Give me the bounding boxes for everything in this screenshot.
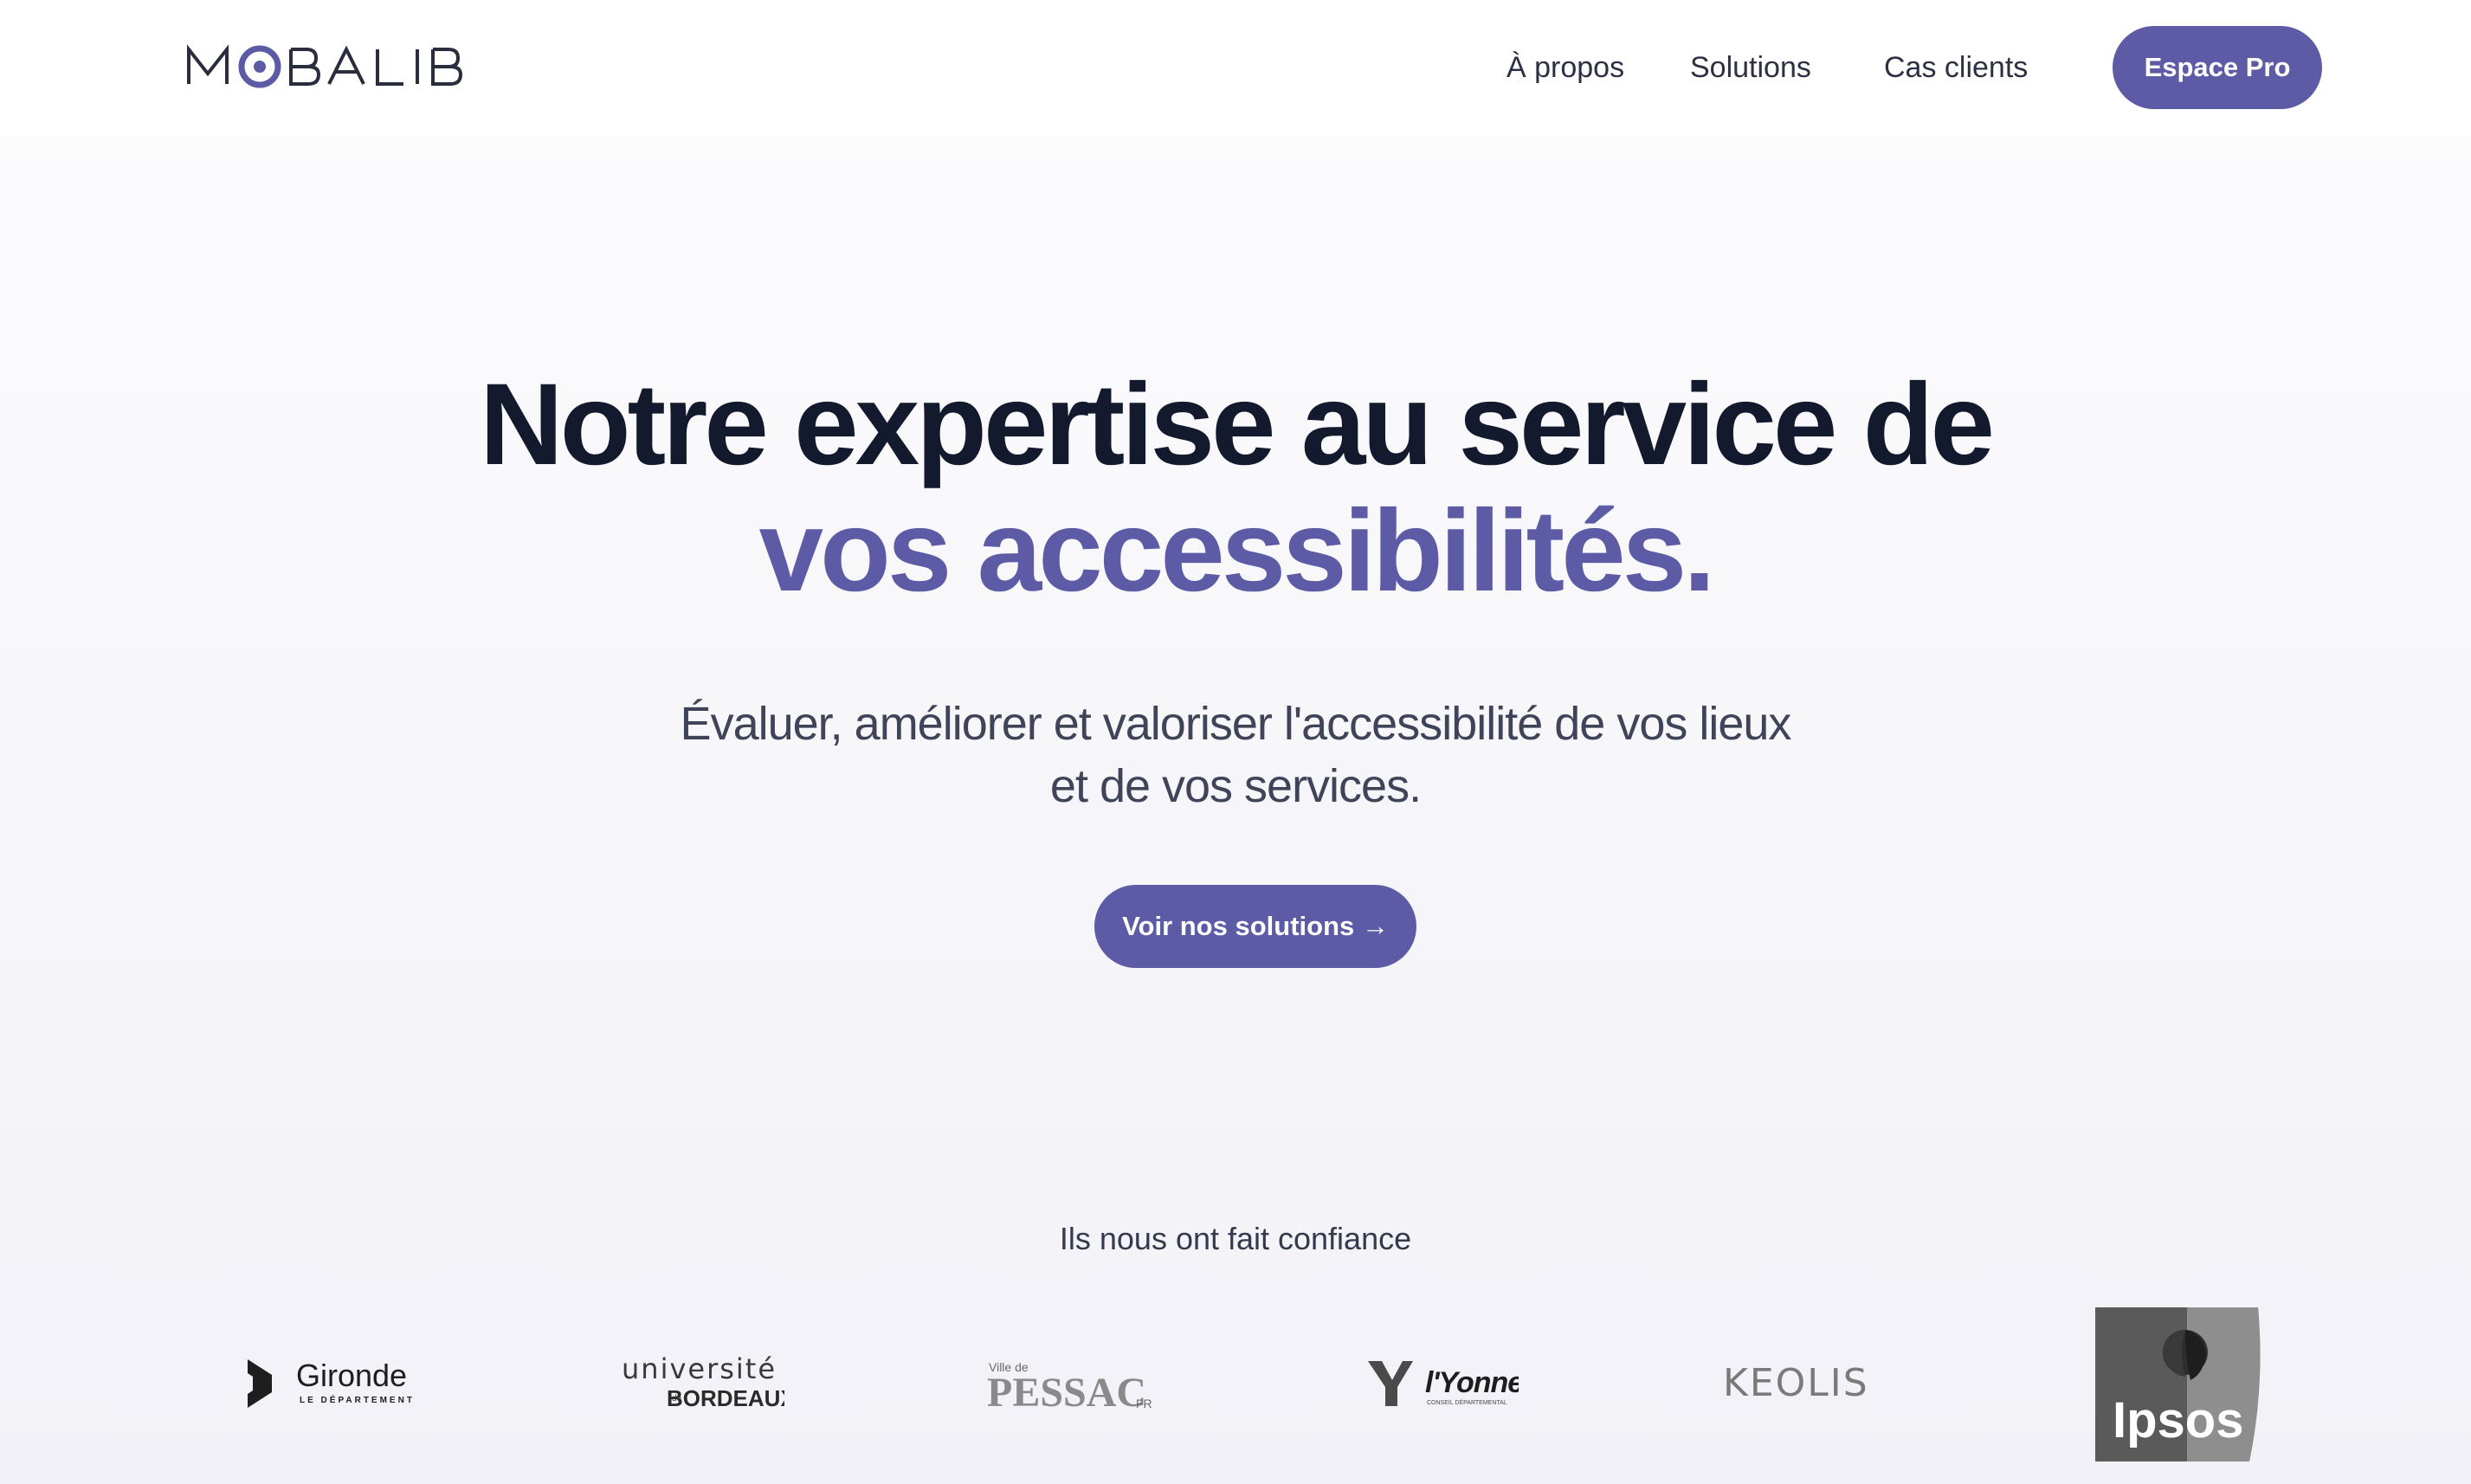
pessac-logo-name: PESSAC [987, 1370, 1146, 1411]
pessac-logo: Ville de PESSAC FR [987, 1359, 1160, 1411]
yonne-logo-name: l'Yonne [1425, 1366, 1519, 1399]
site-header: À propos Solutions Cas clients Espace Pr… [0, 0, 2471, 137]
hero-title-accent: vos accessibilités. [758, 487, 1716, 616]
nav-link-solutions[interactable]: Solutions [1690, 48, 1811, 87]
hero-subtitle-line1: Évaluer, améliorer et valoriser l'access… [680, 698, 1792, 750]
nav-link-about[interactable]: À propos [1506, 48, 1624, 87]
keolis-logo-name: KEOLIS [1723, 1366, 1869, 1401]
ipsos-logo-name: Ipsos [2113, 1392, 2244, 1449]
hero-subtitle-line2: et de vos services. [1049, 760, 1422, 812]
yonne-logo-sub: CONSEIL DÉPARTEMENTAL [1427, 1398, 1507, 1406]
hero-title: Notre expertise au service de vos access… [0, 362, 2471, 615]
gironde-logo: Gironde LE DÉPARTEMENT [246, 1356, 419, 1411]
gironde-logo-sub: LE DÉPARTEMENT [300, 1394, 415, 1405]
hero-title-line1: Notre expertise au service de [479, 360, 1995, 489]
universite-logo-name: université [622, 1352, 777, 1385]
gironde-logo-name: Gironde [296, 1358, 407, 1393]
trust-title: Ils nous ont fait confiance [1059, 1221, 1412, 1256]
ipsos-logo: Ipsos [2095, 1307, 2263, 1461]
mobalib-logo-mark [187, 44, 463, 88]
pessac-logo-suffix: FR [1136, 1397, 1152, 1410]
universite-logo-sub: BORDEAUX [667, 1385, 784, 1410]
nav-link-case-studies[interactable]: Cas clients [1884, 48, 2028, 87]
espace-pro-button[interactable]: Espace Pro [2113, 26, 2322, 109]
see-solutions-button[interactable]: Voir nos solutions → [1094, 885, 1416, 968]
universite-bordeaux-logo: université de BORDEAUX [620, 1352, 784, 1410]
mobalib-logo[interactable] [187, 44, 473, 88]
yonne-logo: l'Yonne CONSEIL DÉPARTEMENTAL [1363, 1358, 1519, 1410]
hero-subtitle: Évaluer, améliorer et valoriser l'access… [0, 693, 2471, 817]
keolis-logo: KEOLIS [1723, 1366, 1896, 1401]
